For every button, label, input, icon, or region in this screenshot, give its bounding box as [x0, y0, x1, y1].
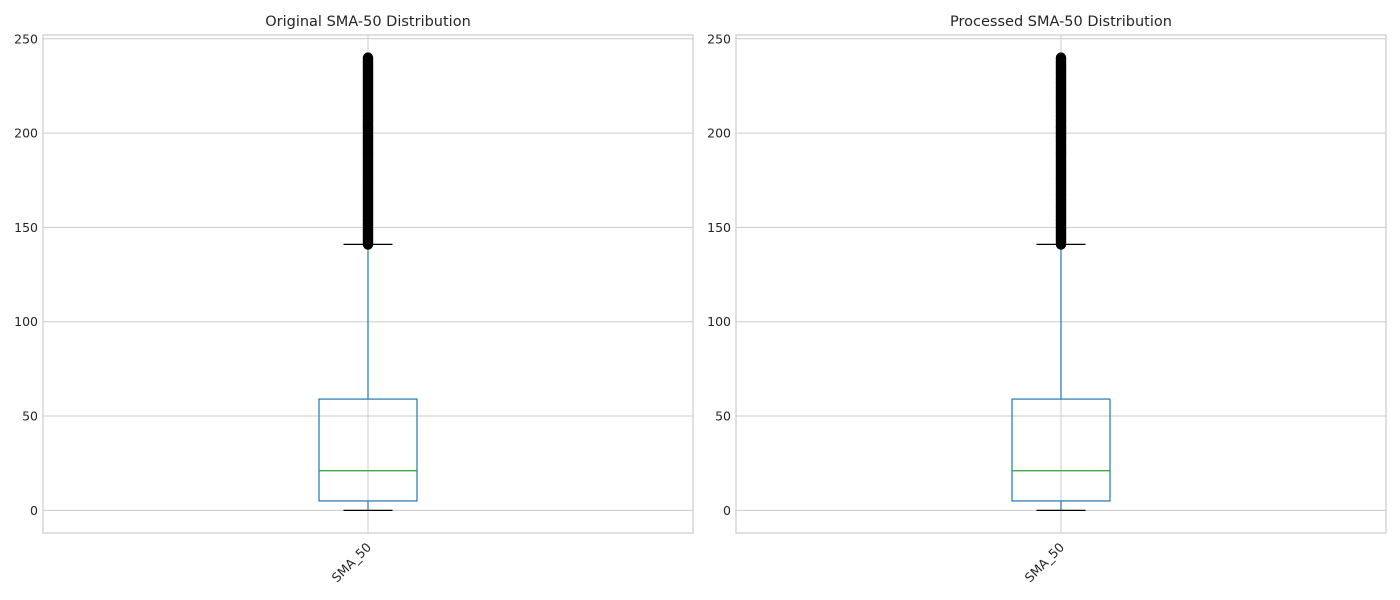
y-tick-label: 0: [723, 503, 731, 518]
y-tick-label: 100: [14, 314, 38, 329]
y-tick-label: 50: [715, 409, 731, 424]
outlier-point: [362, 52, 374, 63]
x-tick-label: SMA_50: [1022, 539, 1068, 585]
y-tick-label: 250: [707, 31, 731, 46]
y-tick-label: 250: [14, 31, 38, 46]
x-tick-label: SMA_50: [329, 539, 375, 585]
y-tick-label: 0: [30, 503, 38, 518]
y-tick-label: 150: [14, 220, 38, 235]
y-tick-label: 200: [14, 126, 38, 141]
y-tick-label: 150: [707, 220, 731, 235]
outlier-points: [1055, 52, 1067, 250]
chart-title: Original SMA-50 Distribution: [265, 14, 471, 30]
outlier-point: [1055, 52, 1067, 63]
chart-title: Processed SMA-50 Distribution: [950, 14, 1172, 30]
chart-panel-1: 0 50 100 150 200 250 Original SMA-50 Distribut…: [14, 14, 694, 585]
chart-panel-2: 0 50 100 150 200 250 Processed SMA-50 Distribu…: [707, 14, 1387, 585]
figure: 0 50 100 150 200 250 Original SMA-50 Distribut…: [0, 0, 1400, 600]
y-tick-label: 100: [707, 314, 731, 329]
boxplot-figure: 0 50 100 150 200 250 Original SMA-50 Distribut…: [14, 14, 1387, 585]
y-tick-label: 200: [707, 126, 731, 141]
y-tick-label: 50: [22, 409, 38, 424]
outlier-points: [362, 52, 374, 250]
